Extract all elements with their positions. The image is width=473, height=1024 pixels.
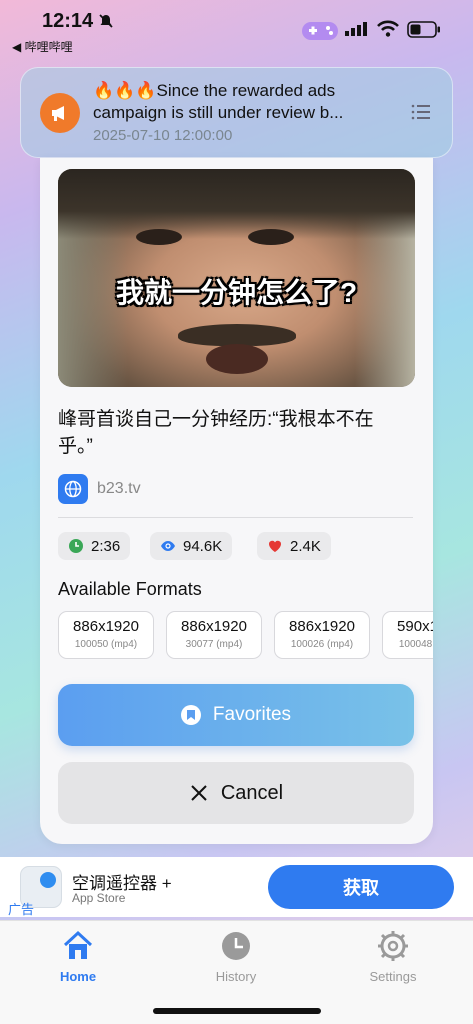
gear-icon <box>378 931 408 961</box>
thumbnail-mouth <box>206 344 268 374</box>
status-bar: 12:14 ◀ 哔哩哔哩 <box>0 0 473 58</box>
favorites-label: Favorites <box>212 704 292 725</box>
battery-icon <box>407 21 440 38</box>
home-indicator <box>153 1008 321 1014</box>
cellular-signal-icon <box>345 22 367 36</box>
megaphone-icon <box>40 93 80 133</box>
duration-badge: 2:36 <box>58 532 131 560</box>
heart-icon <box>268 540 282 552</box>
back-to-app-link[interactable]: ◀ 哔哩哔哩 <box>12 38 73 55</box>
announcement-date: 2025-07-10 12:00:00 <box>93 127 233 144</box>
format-meta: 100026 (mp4) <box>290 639 354 650</box>
format-meta: 100050 (mp4) <box>74 639 138 650</box>
ad-get-button[interactable]: 获取 <box>268 865 454 909</box>
video-source: b23.tv <box>97 480 141 497</box>
close-icon <box>191 785 207 801</box>
video-title: 峰哥首谈自己一分钟经历:“我根本不在乎。” <box>58 409 374 457</box>
thumbnail-mustache <box>178 324 296 346</box>
tab-history[interactable]: History <box>186 929 286 984</box>
globe-icon <box>58 474 88 504</box>
formats-heading: Available Formats <box>58 579 202 599</box>
tab-home-label: Home <box>59 969 97 984</box>
ad-banner[interactable]: 广告 空调遥控器 + App Store 获取 <box>0 857 473 917</box>
duration-value: 2:36 <box>91 537 121 555</box>
divider <box>58 517 413 518</box>
ad-tag: 广告 <box>8 902 35 917</box>
views-value: 94.6K <box>183 537 223 555</box>
clock-icon <box>222 932 250 960</box>
cancel-label: Cancel <box>220 781 284 804</box>
format-meta: 100048 (mp4) <box>398 639 433 650</box>
tab-home[interactable]: Home <box>28 929 128 984</box>
clock-time: 12:14 <box>42 10 94 32</box>
list-icon[interactable] <box>411 104 431 120</box>
thumbnail-caption: 我就一分钟怎么了? <box>115 277 358 308</box>
video-thumbnail[interactable]: 我就一分钟怎么了? <box>58 169 415 387</box>
video-detail-card: 我就一分钟怎么了? 峰哥首谈自己一分钟经历:“我根本不在乎。” b23.tv 2… <box>40 158 433 844</box>
format-option[interactable]: 886x1920 100026 (mp4) <box>274 611 370 659</box>
tab-settings-label: Settings <box>369 969 417 984</box>
bell-muted-icon <box>99 14 113 28</box>
format-meta: 30077 (mp4) <box>185 639 243 650</box>
tab-settings[interactable]: Settings <box>343 929 443 984</box>
cancel-button[interactable]: Cancel <box>58 762 414 824</box>
clock-icon <box>69 539 83 553</box>
format-resolution: 886x1920 <box>73 618 139 635</box>
bookmark-icon <box>180 705 201 725</box>
game-controller-icon <box>302 22 338 40</box>
format-option[interactable]: 590x1280 100048 (mp4) <box>382 611 433 659</box>
format-option[interactable]: 886x1920 100050 (mp4) <box>58 611 154 659</box>
thumbnail-eye <box>248 229 294 245</box>
format-resolution: 886x1920 <box>181 618 247 635</box>
announcement-banner[interactable]: 🔥🔥🔥Since the rewarded ads campaign is st… <box>20 67 453 158</box>
tab-history-label: History <box>215 969 257 984</box>
eye-icon <box>161 541 175 551</box>
house-icon <box>63 930 93 959</box>
thumbnail-hair <box>58 169 415 239</box>
favorites-button[interactable]: Favorites <box>58 684 414 746</box>
format-resolution: 886x1920 <box>289 618 355 635</box>
wifi-icon <box>377 20 399 37</box>
thumbnail-eye <box>136 229 182 245</box>
ad-app-store: App Store <box>72 891 126 905</box>
likes-badge: 2.4K <box>257 532 331 560</box>
views-badge: 94.6K <box>150 532 233 560</box>
formats-list[interactable]: 886x1920 100050 (mp4) 886x1920 30077 (mp… <box>58 611 433 661</box>
likes-value: 2.4K <box>290 537 321 555</box>
format-option[interactable]: 886x1920 30077 (mp4) <box>166 611 262 659</box>
format-resolution: 590x1280 <box>397 618 433 635</box>
power-icon <box>40 872 56 888</box>
announcement-title: 🔥🔥🔥Since the rewarded ads campaign is st… <box>93 81 344 122</box>
